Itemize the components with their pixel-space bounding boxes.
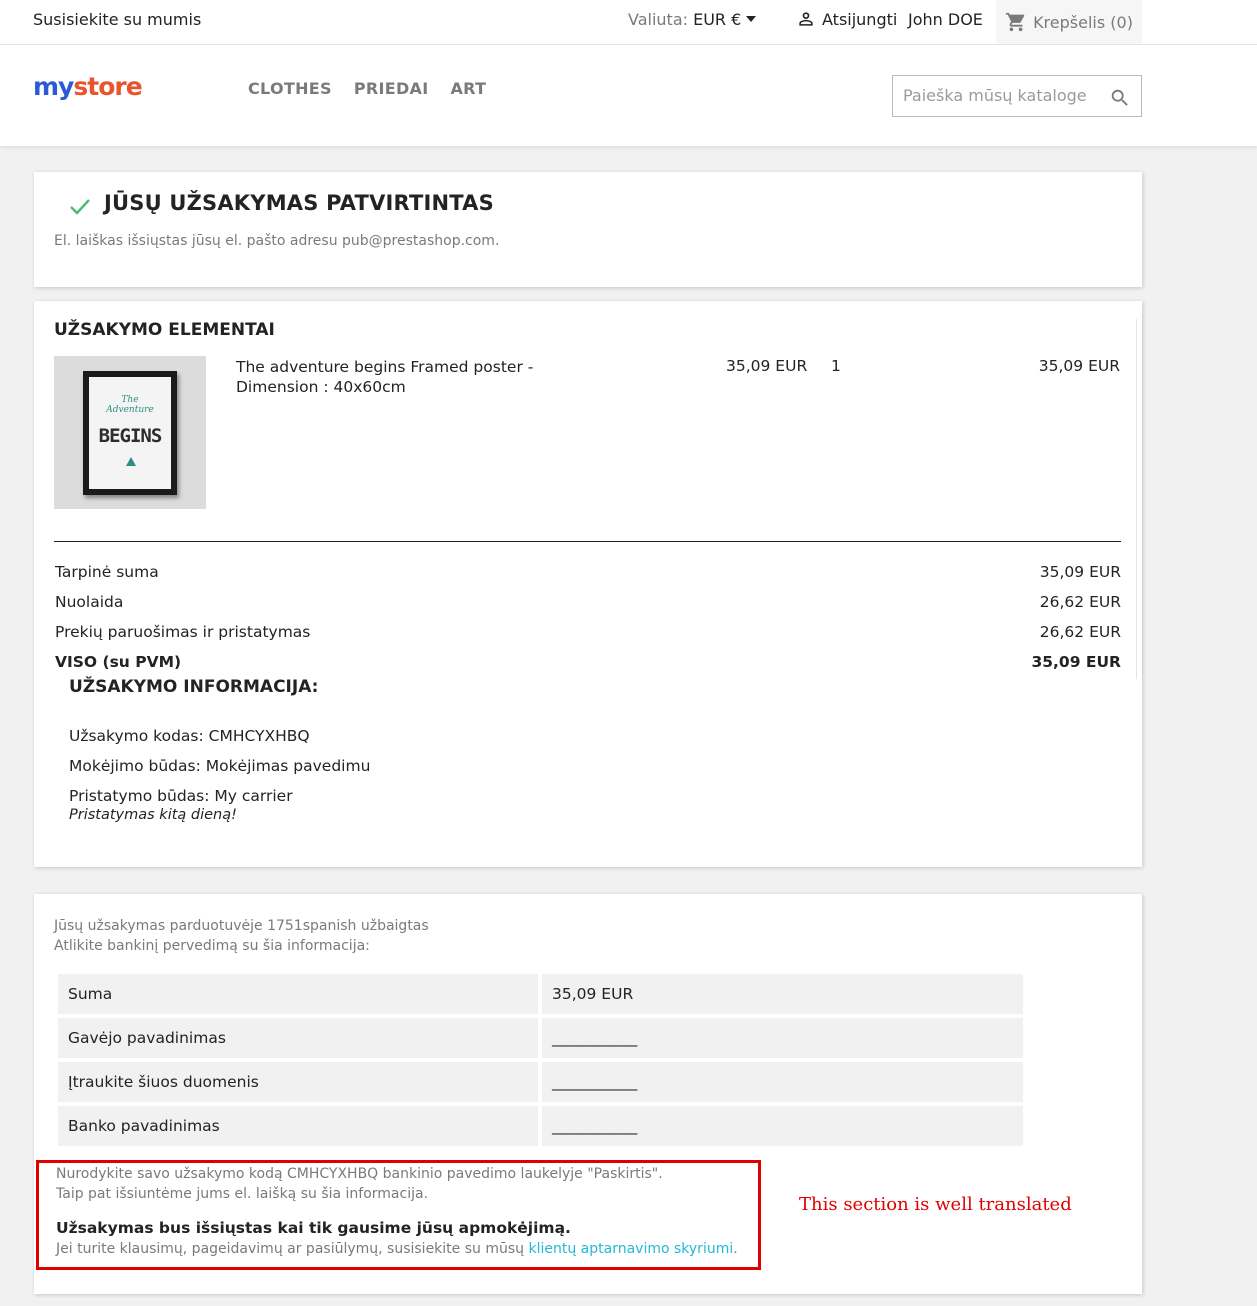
logo-word-my: my — [33, 72, 74, 101]
caret-down-icon — [746, 15, 757, 22]
confirmation-subtitle: El. laiškas išsiųstas jūsų el. pašto adr… — [54, 233, 500, 249]
shipping-note: Pristatymas kitą dieną! — [69, 807, 237, 823]
currency-selector[interactable]: Valiuta: EUR € — [628, 10, 757, 29]
bank-value-owner: ___________ — [542, 1018, 1023, 1058]
tent-icon — [126, 457, 136, 466]
subtotal-label: Tarpinė suma — [55, 563, 159, 581]
currency-value: EUR € — [693, 10, 742, 29]
logo-word-store: store — [73, 72, 142, 101]
total-value: 35,09 EUR — [1031, 653, 1121, 671]
site-header: my store CLOTHES PRIEDAI ART — [0, 45, 1257, 146]
totals-divider — [54, 541, 1121, 542]
search-icon[interactable] — [1109, 87, 1131, 109]
product-image: The Adventure BEGINS — [54, 356, 206, 509]
shipping-after-payment-note: Užsakymas bus išsiųstas kai tik gausime … — [56, 1219, 571, 1237]
column-divider — [1136, 319, 1137, 679]
payment-note-line1: Nurodykite savo užsakymo kodą CMHCYXHBQ … — [56, 1166, 663, 1182]
confirmation-title: JŪSŲ UŽSAKYMAS PATVIRTINTAS — [104, 191, 494, 215]
bank-value-amount: 35,09 EUR — [542, 974, 1023, 1014]
customer-service-link[interactable]: klientų aptarnavimo skyriumi — [528, 1241, 733, 1257]
user-icon — [799, 12, 813, 26]
table-row: Įtraukite šiuos duomenis ___________ — [58, 1062, 1023, 1102]
discount-value: 26,62 EUR — [1039, 593, 1121, 611]
product-total-price: 35,09 EUR — [1038, 357, 1120, 375]
order-code: Užsakymo kodas: CMHCYXHBQ — [69, 727, 310, 745]
payment-intro-line1: Jūsų užsakymas parduotuvėje 1751spanish … — [54, 918, 429, 934]
annotation-text: This section is well translated — [799, 1194, 1072, 1215]
bank-value-details: ___________ — [542, 1062, 1023, 1102]
logout-link[interactable]: Atsijungti — [796, 9, 897, 29]
order-items-card: UŽSAKYMO ELEMENTAI The Adventure BEGINS … — [34, 301, 1142, 867]
store-logo[interactable]: my store — [33, 72, 143, 101]
product-quantity: 1 — [831, 357, 841, 375]
payment-note: Nurodykite savo užsakymo kodą CMHCYXHBQ … — [56, 1164, 663, 1204]
poster-frame: The Adventure BEGINS — [83, 371, 177, 495]
menu-item-art[interactable]: ART — [450, 79, 486, 98]
contact-note: Jei turite klausimų, pageidavimų ar pasi… — [56, 1241, 738, 1257]
shipping-method: Pristatymo būdas: My carrier — [69, 787, 293, 805]
poster-text-begins: BEGINS — [98, 425, 163, 447]
bank-key-amount: Suma — [58, 974, 538, 1014]
bank-key-name: Banko pavadinimas — [58, 1106, 538, 1146]
total-label: VISO (su PVM) — [55, 653, 182, 671]
payment-note-line2: Taip pat išsiuntėme jums el. laišką su š… — [56, 1186, 429, 1202]
contact-us-link[interactable]: Susisiekite su mumis — [33, 10, 201, 29]
total-row: VISO (su PVM) 35,09 EUR — [55, 653, 1121, 671]
subtotal-row: Tarpinė suma 35,09 EUR — [55, 563, 1121, 581]
order-items-title: UŽSAKYMO ELEMENTAI — [54, 320, 275, 340]
bank-value-name: ___________ — [542, 1106, 1023, 1146]
top-nav-bar: Susisiekite su mumis Valiuta: EUR € Atsi… — [0, 0, 1257, 45]
poster-text-adventure: The Adventure — [106, 395, 154, 415]
highlight-box: Nurodykite savo užsakymo kodą CMHCYXHBQ … — [36, 1160, 761, 1270]
payment-intro-line2: Atlikite bankinį pervedimą su šia inform… — [54, 938, 370, 954]
contact-note-suffix: . — [733, 1241, 738, 1257]
contact-note-text: Jei turite klausimų, pageidavimų ar pasi… — [56, 1241, 529, 1257]
account-name-link[interactable]: John DOE — [908, 10, 983, 29]
payment-intro: Jūsų užsakymas parduotuvėje 1751spanish … — [54, 916, 429, 956]
checkmark-icon — [70, 199, 90, 215]
discount-label: Nuolaida — [55, 593, 124, 611]
cart-label: Krepšelis (0) — [1033, 12, 1133, 32]
cart-button[interactable]: Krepšelis (0) — [996, 0, 1142, 44]
shipping-row: Prekių paruošimas ir pristatymas 26,62 E… — [55, 623, 1121, 641]
payment-method: Mokėjimo būdas: Mokėjimas pavedimu — [69, 757, 371, 775]
shipping-label: Prekių paruošimas ir pristatymas — [55, 623, 311, 641]
bank-details-table: Suma 35,09 EUR Gavėjo pavadinimas ______… — [54, 970, 1027, 1150]
bank-key-owner: Gavėjo pavadinimas — [58, 1018, 538, 1058]
order-confirmation-card: JŪSŲ UŽSAKYMAS PATVIRTINTAS El. laiškas … — [34, 172, 1142, 287]
shopping-cart-icon — [1005, 12, 1025, 32]
discount-row: Nuolaida 26,62 EUR — [55, 593, 1121, 611]
shipping-value: 26,62 EUR — [1039, 623, 1121, 641]
product-unit-price: 35,09 EUR — [726, 357, 808, 375]
subtotal-value: 35,09 EUR — [1039, 563, 1121, 581]
search-input[interactable] — [893, 76, 1113, 114]
menu-item-priedai[interactable]: PRIEDAI — [354, 79, 429, 98]
order-info-title: UŽSAKYMO INFORMACIJA: — [69, 677, 319, 697]
search-box — [892, 75, 1142, 117]
product-name: The adventure begins Framed poster - Dim… — [236, 358, 534, 396]
bank-key-details: Įtraukite šiuos duomenis — [58, 1062, 538, 1102]
currency-label: Valiuta: — [628, 10, 689, 29]
table-row: Suma 35,09 EUR — [58, 974, 1023, 1014]
table-row: Gavėjo pavadinimas ___________ — [58, 1018, 1023, 1058]
payment-instructions-card: Jūsų užsakymas parduotuvėje 1751spanish … — [34, 894, 1142, 1294]
menu-item-clothes[interactable]: CLOTHES — [248, 79, 332, 98]
poster-mat: The Adventure BEGINS — [89, 377, 171, 489]
logout-label: Atsijungti — [822, 9, 898, 29]
table-row: Banko pavadinimas ___________ — [58, 1106, 1023, 1146]
main-menu: CLOTHES PRIEDAI ART — [248, 79, 486, 98]
